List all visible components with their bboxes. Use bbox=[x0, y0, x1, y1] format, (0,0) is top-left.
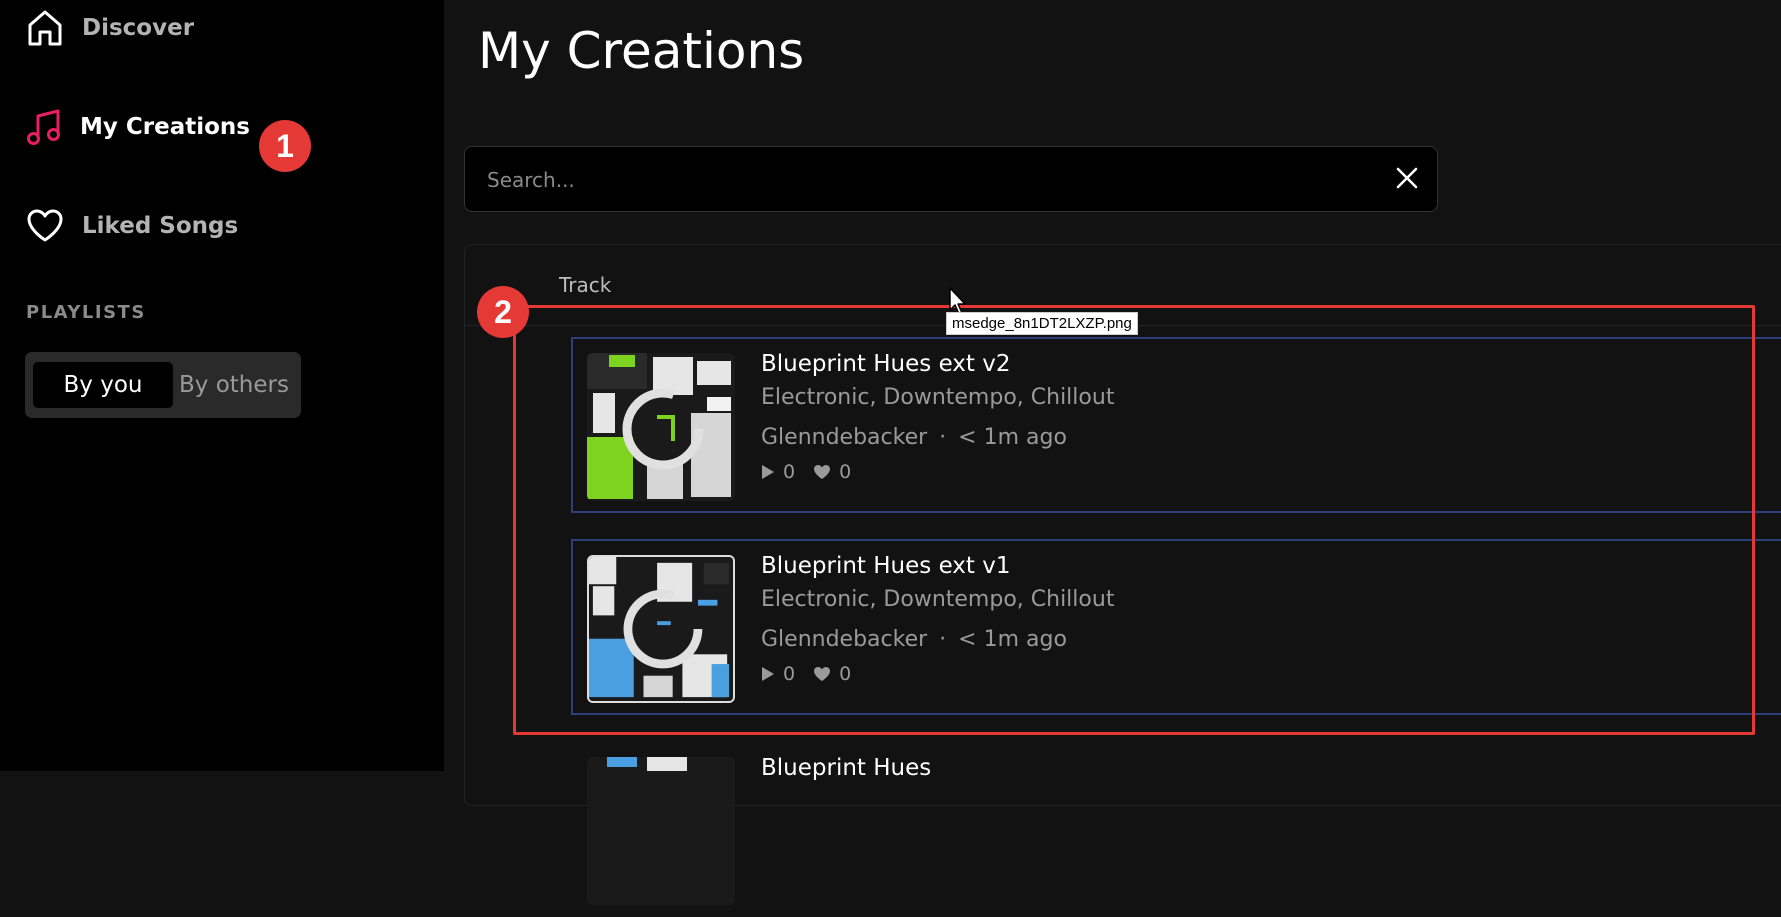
heart-icon bbox=[814, 667, 831, 681]
track-row[interactable]: Blueprint Hues bbox=[571, 741, 1781, 917]
nav-discover-label: Discover bbox=[82, 15, 195, 41]
track-title[interactable]: Blueprint Hues ext v1 bbox=[761, 553, 1011, 579]
heart-icon bbox=[814, 465, 831, 479]
track-time: < 1m ago bbox=[958, 627, 1067, 652]
annotation-badge-2: 2 bbox=[477, 286, 529, 338]
track-title[interactable]: Blueprint Hues bbox=[761, 755, 931, 781]
track-genres: Electronic, Downtempo, Chillout bbox=[761, 385, 1115, 410]
play-count-value: 0 bbox=[783, 663, 796, 685]
sidebar: Discover My Creations 1 Liked Songs PLAY… bbox=[0, 0, 444, 771]
heart-icon bbox=[27, 209, 63, 242]
artwork-image-3 bbox=[587, 757, 735, 905]
close-icon[interactable] bbox=[1393, 164, 1421, 192]
track-time: < 1m ago bbox=[958, 425, 1067, 450]
track-row[interactable]: Blueprint Hues ext v1 Electronic, Downte… bbox=[571, 539, 1781, 715]
main-content: My Creations Track bbox=[444, 0, 1781, 905]
meta-separator: · bbox=[939, 627, 947, 652]
playlists-heading: PLAYLISTS bbox=[26, 302, 146, 323]
artwork-image-1 bbox=[587, 353, 735, 501]
search-input[interactable] bbox=[485, 147, 1369, 213]
play-count-value: 0 bbox=[783, 461, 796, 483]
play-icon bbox=[762, 667, 774, 681]
track-meta: Glenndebacker · < 1m ago bbox=[761, 425, 1067, 450]
track-stats: 0 0 bbox=[761, 663, 869, 685]
nav-liked-songs-label: Liked Songs bbox=[82, 213, 239, 239]
nav-discover[interactable]: Discover bbox=[26, 8, 194, 48]
search-box bbox=[464, 146, 1438, 213]
filter-by-others[interactable]: By others bbox=[175, 362, 293, 408]
music-note-icon bbox=[27, 109, 60, 145]
play-count: 0 bbox=[761, 663, 795, 685]
like-count-value: 0 bbox=[839, 461, 852, 483]
like-count: 0 bbox=[813, 461, 851, 483]
filter-by-you[interactable]: By you bbox=[33, 362, 173, 408]
track-title[interactable]: Blueprint Hues ext v2 bbox=[761, 351, 1011, 377]
track-artwork[interactable] bbox=[587, 353, 735, 501]
play-count: 0 bbox=[761, 461, 795, 483]
track-row[interactable]: Blueprint Hues ext v2 Electronic, Downte… bbox=[571, 337, 1781, 513]
playlist-filter-toggle: By you By others bbox=[25, 352, 301, 418]
page-title: My Creations bbox=[478, 22, 805, 80]
annotation-badge-1: 1 bbox=[259, 120, 311, 172]
track-author[interactable]: Glenndebacker bbox=[761, 425, 927, 450]
like-count-value: 0 bbox=[839, 663, 852, 685]
track-artwork[interactable] bbox=[587, 555, 735, 703]
nav-liked-songs[interactable]: Liked Songs bbox=[26, 208, 238, 244]
track-stats: 0 0 bbox=[761, 461, 869, 483]
home-icon bbox=[28, 10, 62, 46]
file-tooltip: msedge_8n1DT2LXZP.png bbox=[946, 312, 1138, 335]
track-genres: Electronic, Downtempo, Chillout bbox=[761, 587, 1115, 612]
like-count: 0 bbox=[813, 663, 851, 685]
track-artwork[interactable] bbox=[587, 757, 735, 905]
track-author[interactable]: Glenndebacker bbox=[761, 627, 927, 652]
nav-my-creations[interactable]: My Creations bbox=[26, 108, 250, 146]
nav-my-creations-label: My Creations bbox=[80, 114, 250, 140]
meta-separator: · bbox=[939, 425, 947, 450]
column-header-track[interactable]: Track bbox=[559, 273, 611, 297]
play-icon bbox=[762, 465, 774, 479]
track-meta: Glenndebacker · < 1m ago bbox=[761, 627, 1067, 652]
artwork-image-2 bbox=[589, 557, 733, 701]
